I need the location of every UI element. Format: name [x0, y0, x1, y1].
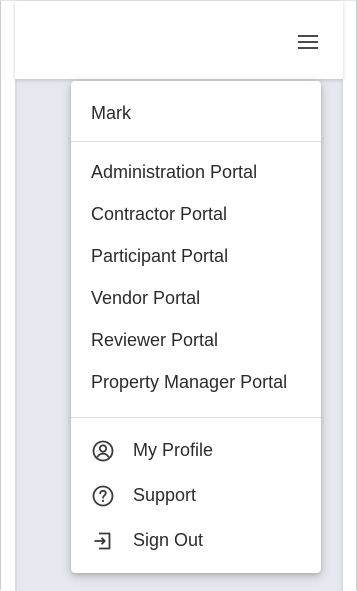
menu-item-property-manager-portal[interactable]: Property Manager Portal [71, 361, 321, 403]
menu-item-contractor-portal[interactable]: Contractor Portal [71, 193, 321, 235]
menu-item-label: Support [133, 485, 197, 505]
hamburger-bar [298, 35, 318, 37]
menu-item-participant-portal[interactable]: Participant Portal [71, 235, 321, 277]
user-dropdown-menu: Mark Administration Portal Contractor Po… [71, 81, 321, 573]
hamburger-menu-icon[interactable] [295, 31, 321, 53]
sign-out-icon [91, 529, 115, 553]
menu-item-reviewer-portal[interactable]: Reviewer Portal [71, 319, 321, 361]
portal-list: Administration Portal Contractor Portal … [71, 151, 321, 403]
help-circle-icon [91, 484, 115, 508]
menu-item-label: My Profile [133, 440, 214, 460]
menu-item-label: Sign Out [133, 530, 204, 550]
menu-item-administration-portal[interactable]: Administration Portal [71, 151, 321, 193]
hamburger-bar [298, 41, 318, 43]
account-menu: My Profile Support Sign Out [71, 428, 321, 563]
app-frame: Mark Administration Portal Contractor Po… [0, 0, 357, 591]
menu-item-my-profile[interactable]: My Profile [71, 428, 321, 473]
menu-divider [71, 141, 321, 142]
app-bar [15, 1, 343, 79]
menu-item-vendor-portal[interactable]: Vendor Portal [71, 277, 321, 319]
menu-divider [71, 417, 321, 418]
menu-item-support[interactable]: Support [71, 473, 321, 518]
menu-item-sign-out[interactable]: Sign Out [71, 518, 321, 563]
hamburger-bar [298, 47, 318, 49]
account-circle-icon [91, 439, 115, 463]
user-name: Mark [91, 103, 131, 123]
